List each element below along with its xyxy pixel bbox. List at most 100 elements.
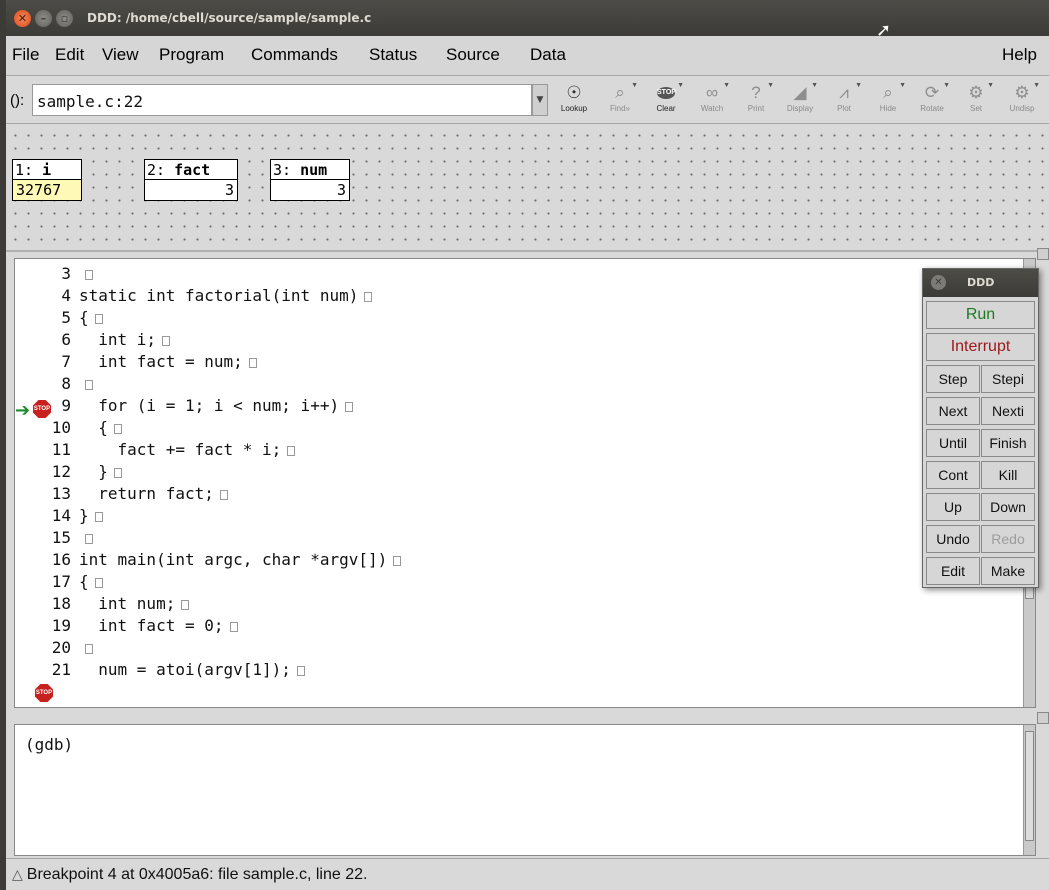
argument-history-button[interactable]: ▼: [532, 84, 548, 116]
undisplay-label: Undisp: [1009, 104, 1035, 113]
menu-help[interactable]: Help: [1002, 45, 1037, 65]
source-line: 10 {: [15, 417, 122, 439]
status-text: Breakpoint 4 at 0x4005a6: file sample.c,…: [26, 866, 368, 883]
line-code: static int factorial(int num): [79, 286, 359, 305]
line-end-marker: [85, 533, 93, 544]
menu-commands[interactable]: Commands: [251, 45, 338, 65]
display-i[interactable]: 1: i 32767: [12, 159, 82, 201]
plot-button[interactable]: ▼ ⩘ Plot: [824, 82, 864, 118]
line-end-marker: [94, 313, 103, 324]
command-tool: ✕ DDD Run Interrupt Step Stepi Next Next…: [922, 268, 1039, 588]
display-value: 3: [224, 181, 234, 199]
dropdown-arrow-icon: ▼: [677, 82, 684, 89]
finish-button[interactable]: Finish: [981, 429, 1035, 457]
source-line: 14}: [15, 505, 103, 527]
close-window-button[interactable]: ✕: [14, 9, 31, 27]
run-button[interactable]: Run: [926, 301, 1035, 329]
display-number: 3:: [273, 161, 292, 179]
display-header: 1: i: [13, 160, 81, 180]
kill-button[interactable]: Kill: [981, 461, 1035, 489]
source-line: 6 int i;: [15, 329, 171, 351]
pane-sash[interactable]: [1037, 248, 1049, 260]
menu-file[interactable]: File: [12, 45, 39, 65]
next-button[interactable]: Next: [926, 397, 980, 425]
display-number: 2:: [147, 161, 166, 179]
dropdown-arrow-icon: ▼: [767, 82, 774, 89]
display-fact[interactable]: 2: fact 3: [144, 159, 238, 201]
edit-button[interactable]: Edit: [926, 557, 980, 585]
status-history-icon[interactable]: △: [12, 859, 23, 889]
watch-button[interactable]: ▼ ∞ Watch: [692, 82, 732, 118]
menu-program[interactable]: Program: [159, 45, 224, 65]
interrupt-button[interactable]: Interrupt: [926, 333, 1035, 361]
stepi-button[interactable]: Stepi: [981, 365, 1035, 393]
line-code: int fact = 0;: [79, 616, 224, 635]
source-line: 20: [15, 637, 93, 659]
breakpoint-stop-icon[interactable]: STOP: [33, 400, 51, 418]
menu-status[interactable]: Status: [369, 45, 417, 65]
gdb-prompt: (gdb): [25, 735, 74, 754]
line-end-marker: [85, 643, 93, 654]
rotate-button[interactable]: ▼ ⟳ Rotate: [912, 82, 952, 118]
pane-sash[interactable]: [1037, 712, 1049, 724]
until-button[interactable]: Until: [926, 429, 980, 457]
display-number: 1:: [15, 161, 34, 179]
line-end-marker: [85, 379, 93, 390]
argument-field[interactable]: sample.c:22: [32, 84, 532, 116]
data-window[interactable]: 1: i 32767 2: fact 3 3: num 3: [6, 125, 1049, 252]
gdb-console[interactable]: (gdb): [14, 724, 1036, 856]
menu-data[interactable]: Data: [530, 45, 566, 65]
down-button[interactable]: Down: [981, 493, 1035, 521]
line-end-marker: [113, 423, 122, 434]
display-label: Display: [786, 104, 814, 113]
line-end-marker: [345, 401, 354, 412]
find-button[interactable]: ▼ ⌕ Find»: [600, 82, 640, 118]
maximize-window-button[interactable]: ▫: [56, 9, 73, 27]
line-end-marker: [113, 467, 122, 478]
breakpoint-stop-icon[interactable]: STOP: [35, 684, 53, 702]
source-line: 11 fact += fact * i;: [15, 439, 296, 461]
cont-button[interactable]: Cont: [926, 461, 980, 489]
up-button[interactable]: Up: [926, 493, 980, 521]
line-code: return fact;: [79, 484, 214, 503]
print-button[interactable]: ▼ ? Print: [736, 82, 776, 118]
lookup-button[interactable]: ☉ Lookup: [554, 82, 594, 118]
minimize-icon: –: [40, 11, 47, 25]
line-number: 12: [51, 462, 71, 481]
line-number: 4: [61, 286, 71, 305]
menu-view[interactable]: View: [102, 45, 139, 65]
line-end-marker: [393, 555, 402, 566]
step-button[interactable]: Step: [926, 365, 980, 393]
menu-edit[interactable]: Edit: [55, 45, 84, 65]
dropdown-arrow-icon: ▼: [811, 82, 818, 89]
redo-button[interactable]: Redo: [981, 525, 1035, 553]
nexti-button[interactable]: Nexti: [981, 397, 1035, 425]
set-button[interactable]: ▼ ⚙ Set: [956, 82, 996, 118]
clear-button[interactable]: ▼ STOP Clear: [646, 82, 686, 118]
clear-label: Clear: [656, 104, 676, 113]
dropdown-arrow-icon: ▼: [987, 82, 994, 89]
line-code: }: [79, 506, 89, 525]
execution-arrow-icon: ➔: [15, 400, 31, 421]
command-tool-titlebar[interactable]: ✕ DDD: [923, 269, 1038, 297]
hide-button[interactable]: ▼ ⌕ Hide: [868, 82, 908, 118]
line-end-marker: [181, 599, 190, 610]
display-name: i: [42, 161, 52, 179]
undisplay-button[interactable]: ▼ ⚙ Undisp: [1002, 82, 1042, 118]
source-line: 4 static int factorial(int num): [15, 285, 373, 307]
make-button[interactable]: Make: [981, 557, 1035, 585]
undo-button[interactable]: Undo: [926, 525, 980, 553]
display-value: 3: [336, 181, 346, 199]
source-window[interactable]: 3 4 static int factorial(int num) 5{ 6 in…: [14, 258, 1036, 708]
minimize-window-button[interactable]: –: [35, 9, 52, 27]
line-code: for (i = 1; i < num; i++): [79, 396, 340, 415]
menu-source[interactable]: Source: [446, 45, 500, 65]
display-num[interactable]: 3: num 3: [270, 159, 350, 201]
console-scrollbar[interactable]: [1023, 725, 1035, 855]
dropdown-arrow-icon: ▼: [899, 82, 906, 89]
line-number: 17: [51, 572, 71, 591]
scrollbar-thumb[interactable]: [1025, 731, 1034, 841]
close-icon[interactable]: ✕: [931, 275, 946, 290]
display-button[interactable]: ▼ ◢ Display: [780, 82, 820, 118]
line-number: 7: [61, 352, 71, 371]
